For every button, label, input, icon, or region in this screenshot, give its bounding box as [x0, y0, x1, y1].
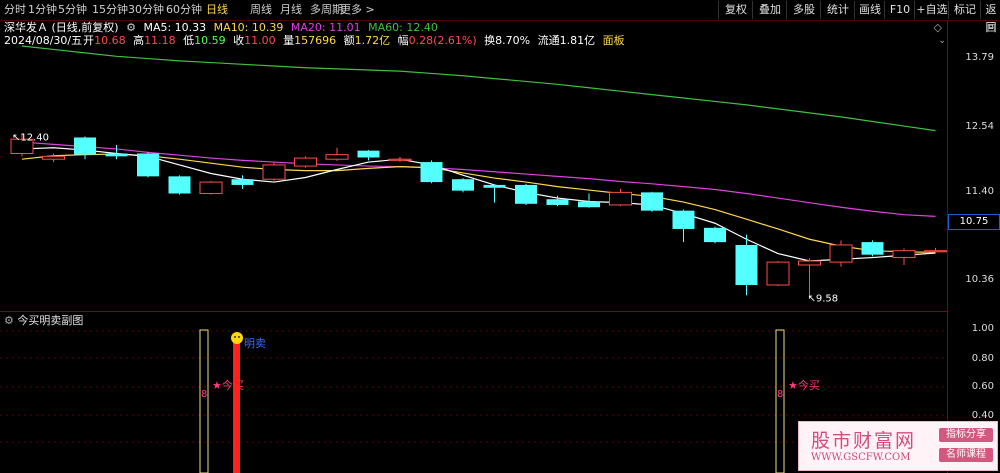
candle-body	[924, 250, 947, 253]
candle-body	[105, 153, 128, 157]
signal-digit: 8	[201, 389, 207, 400]
watermark-tag: 名师课程	[939, 448, 993, 462]
candle-body	[388, 158, 412, 161]
smiley-icon	[231, 332, 243, 344]
signal-digit: 8	[777, 389, 783, 400]
smiley-eye	[238, 336, 240, 338]
candle-body	[357, 150, 380, 158]
candle-body	[609, 191, 632, 206]
sub-chart-title: ⚙ 今买明卖副图	[4, 313, 83, 329]
candle-body	[168, 176, 191, 194]
sub-axis-label: 0.40	[971, 410, 994, 421]
watermark-logo: 股市财富网 WWW.GSCFW.COM 指标分享 名师课程	[798, 421, 998, 471]
ma10-line	[21, 153, 936, 253]
candle-body	[515, 184, 537, 204]
candle-body	[74, 137, 96, 155]
ma60-line	[21, 45, 936, 132]
candle-body	[42, 155, 65, 160]
signal-frame	[199, 329, 209, 473]
axis-label: 10.36	[965, 274, 994, 285]
buy-label: ★今买	[788, 378, 820, 392]
candle-body	[199, 181, 223, 195]
candle-body	[672, 210, 695, 229]
candle-body	[262, 164, 286, 180]
candle-body	[735, 244, 758, 285]
sub-chart-name: 今买明卖副图	[17, 314, 84, 327]
candle-body	[861, 242, 884, 255]
candle-body	[578, 201, 600, 208]
candle-body	[325, 154, 349, 160]
candle-body	[137, 153, 159, 177]
candle-body	[452, 179, 474, 191]
current-price-tag: 10.75	[948, 214, 1000, 230]
sub-axis-label: 0.80	[971, 353, 994, 364]
axis-label: 12.54	[965, 121, 994, 132]
candle-body	[829, 244, 853, 263]
pane-divider[interactable]	[0, 311, 948, 312]
watermark-url: WWW.GSCFW.COM	[811, 452, 911, 463]
axis-label: 13.79	[965, 52, 994, 63]
ma5-line	[21, 147, 936, 262]
signal-frame	[775, 329, 785, 473]
low-marker: ↖9.58	[808, 294, 839, 305]
kline-chart: ↖12.40↖9.58★今买8★今买8明卖	[0, 45, 948, 473]
sell-label: 明卖	[244, 337, 266, 350]
high-marker: ↖12.40	[12, 132, 49, 143]
candle-body	[892, 250, 916, 259]
candle-body	[766, 261, 790, 286]
candle-body	[798, 260, 821, 266]
candle-body	[420, 162, 443, 183]
candle-body	[704, 227, 726, 243]
candle-body	[546, 199, 569, 205]
candle-body	[483, 184, 506, 188]
price-axis: 13.79 12.54 11.40 10.36 1.00 0.80 0.60 0…	[947, 20, 1000, 473]
sub-axis-label: 0.60	[971, 381, 994, 392]
sub-settings-icon[interactable]: ⚙	[4, 314, 14, 327]
watermark-main: 股市财富网	[811, 430, 917, 452]
sell-bar	[233, 342, 240, 473]
axis-label: 11.40	[965, 186, 994, 197]
watermark-tag: 指标分享	[939, 428, 993, 442]
candle-body	[294, 157, 317, 167]
smiley-eye	[234, 336, 236, 338]
candle-body	[231, 179, 254, 185]
candle-body	[641, 192, 663, 211]
sub-axis-label: 1.00	[971, 323, 994, 334]
ma20-line	[21, 141, 936, 217]
